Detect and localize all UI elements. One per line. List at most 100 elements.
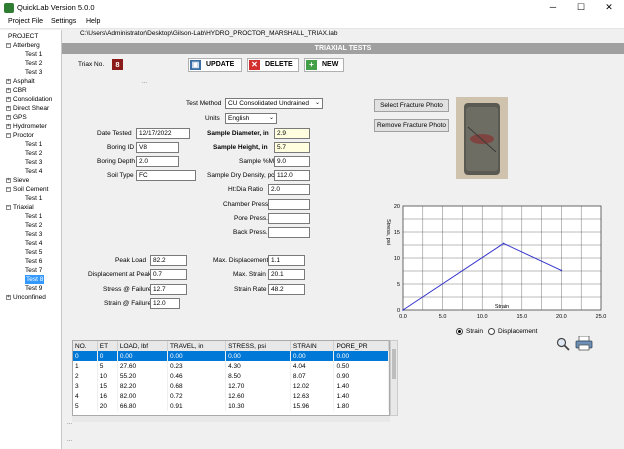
table-cell[interactable]: 12.63 (290, 391, 335, 401)
tree-expander-icon[interactable]: − (6, 43, 11, 48)
table-cell[interactable]: 0.46 (167, 371, 227, 381)
table-cell[interactable]: 8.50 (225, 371, 291, 381)
table-row[interactable]: 2 10 55.20 0.46 8.50 8.07 0.90 (73, 371, 389, 381)
tree-group-soil-cement[interactable]: Soil Cement (13, 185, 48, 194)
table-cell[interactable]: 2 (73, 371, 98, 381)
tree-item-proctor-test-4[interactable]: Test 4 (25, 167, 42, 176)
tree-group-triaxial[interactable]: Triaxial (13, 203, 34, 212)
tree-item-soil-cement-test-1[interactable]: Test 1 (25, 194, 42, 203)
displacement-at-peak-field[interactable]: 0.7 (150, 269, 187, 280)
table-cell[interactable]: 5 (97, 361, 118, 371)
menu-help[interactable]: Help (86, 18, 100, 25)
tree-expander-icon[interactable]: − (6, 205, 11, 210)
tree-item-proctor-test-1[interactable]: Test 1 (25, 140, 42, 149)
table-cell[interactable]: 0.00 (333, 351, 389, 361)
pore-press-field[interactable] (268, 213, 310, 224)
table-cell[interactable]: 0.90 (333, 371, 389, 381)
date-tested-field[interactable]: 12/17/2022 (136, 128, 190, 139)
max-displacement-field[interactable]: 1.1 (268, 255, 305, 266)
table-cell[interactable]: 0.91 (167, 401, 227, 411)
tree-expander-icon[interactable]: + (6, 178, 11, 183)
new-button[interactable]: + NEW (304, 58, 344, 72)
remove-fracture-photo-button[interactable]: Remove Fracture Photo (374, 119, 449, 132)
table-cell[interactable]: 3 (73, 381, 98, 391)
table-cell[interactable]: 66.80 (117, 401, 168, 411)
tree-item-triaxial-test-1[interactable]: Test 1 (25, 212, 42, 221)
sample-diameter-field[interactable]: 2.9 (274, 128, 310, 139)
tree-item-proctor-test-2[interactable]: Test 2 (25, 149, 42, 158)
minimize-button[interactable]: ─ (540, 1, 566, 14)
table-cell[interactable]: 0.50 (333, 361, 389, 371)
update-button[interactable]: ▣ UPDATE (188, 58, 242, 72)
table-cell[interactable]: 0 (97, 351, 118, 361)
tree-group-direct-shear[interactable]: Direct Shear (13, 104, 49, 113)
strain-rate-field[interactable]: 48.2 (268, 284, 305, 295)
data-table[interactable]: NO. ET LOAD, lbf TRAVEL, in STRESS, psi STRAI… (72, 340, 390, 416)
tree-item-triaxial-test-8[interactable]: Test 8 (25, 275, 45, 284)
column-header[interactable]: STRAIN (290, 341, 335, 351)
boring-depth-field[interactable]: 2.0 (136, 156, 179, 167)
table-row[interactable]: 4 16 82.00 0.72 12.60 12.63 1.40 (73, 391, 389, 401)
sample-dry-density-field[interactable]: 112.0 (274, 170, 310, 181)
table-cell[interactable]: 1.40 (333, 381, 389, 391)
table-row[interactable]: 0 0 0.00 0.00 0.00 0.00 0.00 (73, 351, 389, 361)
table-cell[interactable]: 0.72 (167, 391, 227, 401)
tree-group-atterberg[interactable]: Atterberg (13, 41, 40, 50)
ht-dia-field[interactable]: 2.0 (268, 184, 310, 195)
column-header[interactable]: TRAVEL, in (167, 341, 227, 351)
maximize-button[interactable]: ☐ (568, 1, 594, 14)
tree-item-triaxial-test-5[interactable]: Test 5 (25, 248, 42, 257)
column-header[interactable]: ET (97, 341, 118, 351)
tree-root[interactable]: PROJECT (8, 32, 38, 41)
tree-expander-icon[interactable]: + (6, 88, 11, 93)
displacement-radio[interactable] (488, 328, 495, 335)
close-button[interactable]: ✕ (596, 1, 622, 14)
column-header[interactable]: STRESS, psi (225, 341, 291, 351)
soil-type-field[interactable]: FC (136, 170, 196, 181)
max-strain-field[interactable]: 20.1 (268, 269, 305, 280)
tree-group-gps[interactable]: GPS (13, 113, 27, 122)
tree-group-hydrometer[interactable]: Hydrometer (13, 122, 47, 131)
menu-settings[interactable]: Settings (51, 18, 76, 25)
table-cell[interactable]: 0.00 (117, 351, 168, 361)
table-cell[interactable]: 12.02 (290, 381, 335, 391)
table-cell[interactable]: 82.20 (117, 381, 168, 391)
table-cell[interactable]: 0 (73, 351, 98, 361)
tree-group-proctor[interactable]: Proctor (13, 131, 34, 140)
table-cell[interactable]: 0.68 (167, 381, 227, 391)
table-cell[interactable]: 0.00 (225, 351, 291, 361)
table-vertical-scrollbar[interactable] (390, 340, 398, 416)
units-select[interactable]: English ⌄ (225, 113, 277, 124)
tree-item-proctor-test-3[interactable]: Test 3 (25, 158, 42, 167)
tree-item-atterberg-test-1[interactable]: Test 1 (25, 50, 42, 59)
table-cell[interactable]: 0.23 (167, 361, 227, 371)
tree-item-atterberg-test-2[interactable]: Test 2 (25, 59, 42, 68)
tree-expander-icon[interactable]: + (6, 124, 11, 129)
table-row[interactable]: 5 20 66.80 0.91 10.30 15.96 1.80 (73, 401, 389, 411)
tree-group-consolidation[interactable]: Consolidation (13, 95, 52, 104)
tree-group-unconfined[interactable]: Unconfined (13, 293, 46, 302)
tree-expander-icon[interactable]: + (6, 97, 11, 102)
table-horizontal-scrollbar[interactable] (72, 416, 390, 422)
table-cell[interactable]: 0.00 (167, 351, 227, 361)
sample-m-field[interactable]: 9.0 (274, 156, 310, 167)
tree-expander-icon[interactable]: + (6, 79, 11, 84)
table-cell[interactable]: 0.00 (290, 351, 335, 361)
table-cell[interactable]: 20 (97, 401, 118, 411)
tree-item-triaxial-test-2[interactable]: Test 2 (25, 221, 42, 230)
tree-expander-icon[interactable]: − (6, 133, 11, 138)
tree-item-triaxial-test-6[interactable]: Test 6 (25, 257, 42, 266)
table-cell[interactable]: 8.07 (290, 371, 335, 381)
tree-group-cbr[interactable]: CBR (13, 86, 27, 95)
table-cell[interactable]: 5 (73, 401, 98, 411)
table-row[interactable]: 1 5 27.60 0.23 4.30 4.04 0.50 (73, 361, 389, 371)
table-cell[interactable]: 10.30 (225, 401, 291, 411)
menu-project-file[interactable]: Project File (8, 18, 43, 25)
tree-item-atterberg-test-3[interactable]: Test 3 (25, 68, 42, 77)
print-icon[interactable] (575, 336, 593, 351)
tree-expander-icon[interactable]: + (6, 115, 11, 120)
table-cell[interactable]: 4.30 (225, 361, 291, 371)
strain-radio[interactable] (456, 328, 463, 335)
tree-item-triaxial-test-7[interactable]: Test 7 (25, 266, 42, 275)
table-cell[interactable]: 1.40 (333, 391, 389, 401)
